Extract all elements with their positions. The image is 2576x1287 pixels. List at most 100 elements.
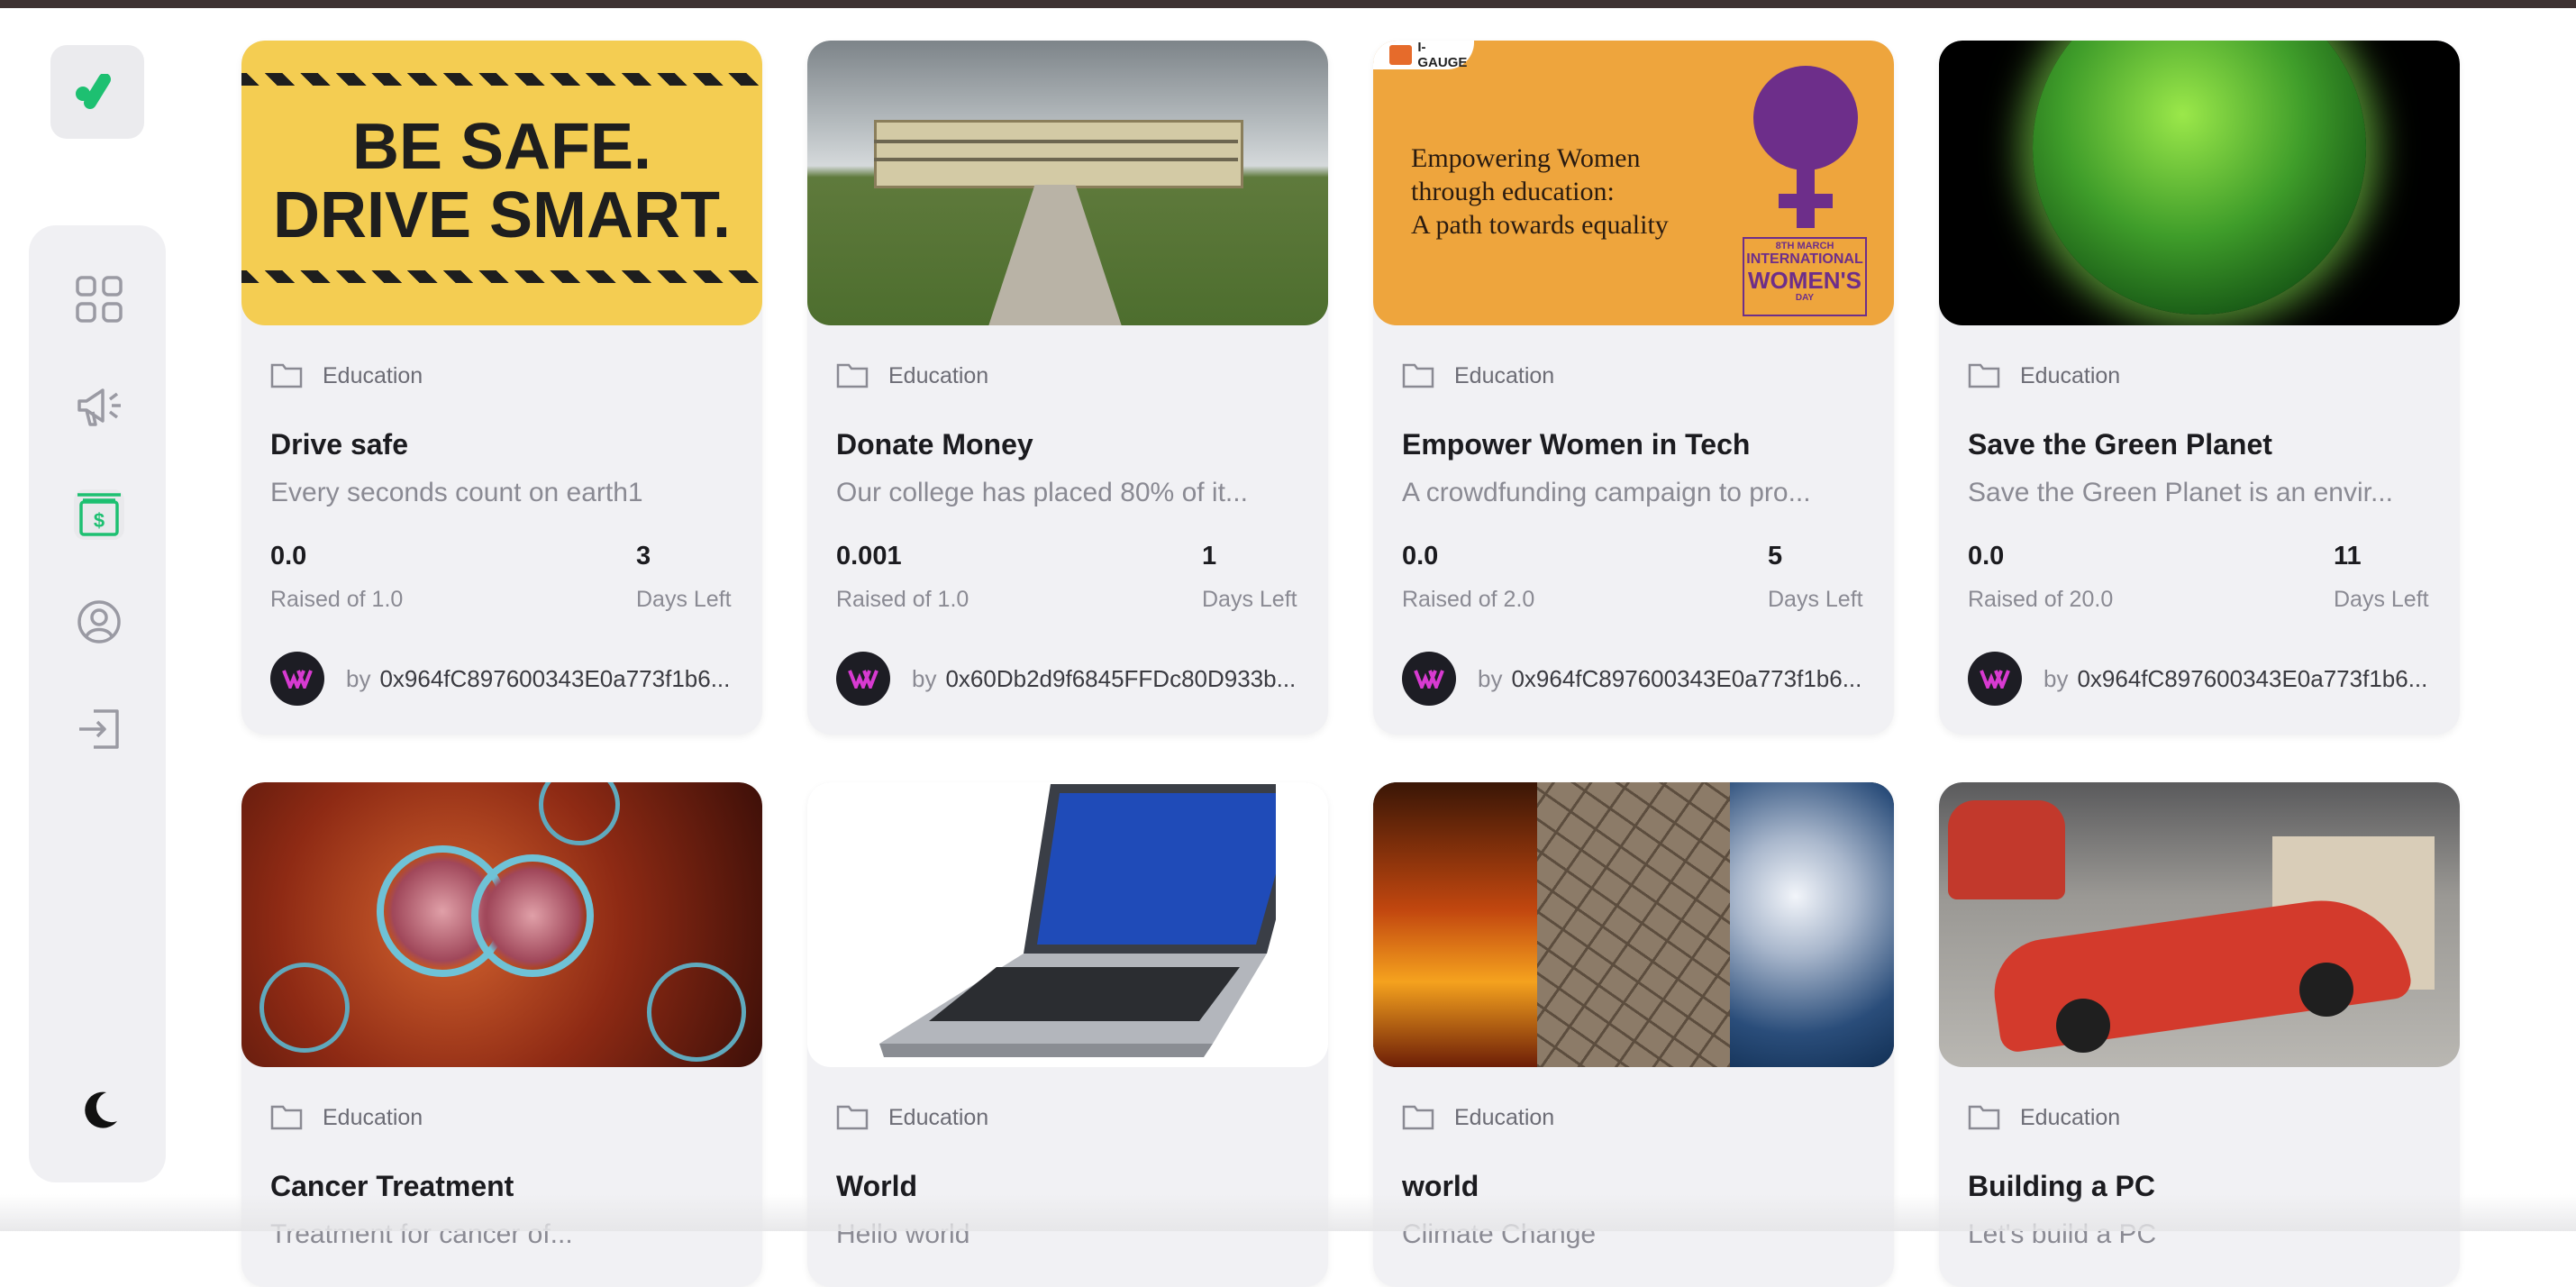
brand-logo[interactable] xyxy=(50,45,144,139)
image-text-3: A path towards equality xyxy=(1411,210,1669,240)
category-label: Education xyxy=(888,1104,989,1130)
campaign-description: Our college has placed 80% of it... xyxy=(836,478,1248,507)
brand-logo-icon xyxy=(76,74,111,109)
campaign-card[interactable]: Education world Climate Change xyxy=(1373,782,1894,1287)
owner-address: 0x964fC897600343E0a773f1b6... xyxy=(379,664,731,692)
moon-icon xyxy=(85,1091,117,1128)
owner-address: 0x964fC897600343E0a773f1b6... xyxy=(1511,664,1862,692)
campaign-image: BE SAFE. DRIVE SMART. xyxy=(241,41,762,325)
campaign-image xyxy=(1939,41,2460,325)
category: Education xyxy=(1402,358,1554,394)
nav-logout[interactable] xyxy=(74,704,124,754)
campaign-title: world xyxy=(1402,1170,1479,1202)
female-symbol-icon xyxy=(1753,66,1858,228)
by-label: by xyxy=(912,664,937,692)
owner-logo-icon xyxy=(848,670,878,689)
category-label: Education xyxy=(323,1104,423,1130)
profile-icon xyxy=(77,600,121,644)
campaign-image xyxy=(807,41,1328,325)
category: Education xyxy=(1968,1100,2120,1136)
campaign-description: A crowdfunding campaign to pro... xyxy=(1402,478,1811,507)
megaphone-icon xyxy=(77,388,121,426)
campaign-owner: by 0x60Db2d9f6845FFDc80D933b... xyxy=(836,652,1297,706)
campaign-card[interactable]: Education Building a PC Let's build a PC xyxy=(1939,782,2460,1287)
campaign-owner: by 0x964fC897600343E0a773f1b6... xyxy=(1968,652,2428,706)
folder-icon xyxy=(1402,363,1434,388)
category: Education xyxy=(836,358,988,394)
days-left-label: Days Left xyxy=(636,587,732,612)
campaign-card[interactable]: I-GAUGE Empowering Women through educati… xyxy=(1373,41,1894,735)
folder-icon xyxy=(1968,1105,2000,1130)
campaign-card[interactable]: Education Donate Money Our college has p… xyxy=(807,41,1328,735)
raised-label: Raised of 1.0 xyxy=(836,587,969,612)
image-text-2: through education: xyxy=(1411,177,1615,206)
image-badge-1: 8TH MARCH xyxy=(1775,241,1834,251)
raised-label: Raised of 20.0 xyxy=(1968,587,2114,612)
campaign-title: Save the Green Planet xyxy=(1968,428,2272,461)
avatar xyxy=(836,652,890,706)
nav-campaigns[interactable] xyxy=(74,381,124,432)
image-badge-4: DAY xyxy=(1795,293,1815,303)
campaign-image xyxy=(241,782,762,1067)
category-label: Education xyxy=(1454,362,1555,388)
logout-icon xyxy=(79,709,119,749)
category: Education xyxy=(1402,1100,1554,1136)
top-bar xyxy=(0,0,2576,8)
image-badge-3: WOMEN'S xyxy=(1747,267,1862,294)
days-left-label: Days Left xyxy=(1202,587,1297,612)
category: Education xyxy=(270,1100,423,1136)
category-label: Education xyxy=(323,362,423,388)
nav-payment[interactable]: $ xyxy=(74,489,124,540)
owner-address: 0x60Db2d9f6845FFDc80D933b... xyxy=(945,664,1297,692)
campaign-title: Donate Money xyxy=(836,428,1033,461)
raised-label: Raised of 1.0 xyxy=(270,587,404,612)
image-headline-2: DRIVE SMART. xyxy=(272,179,732,251)
campaign-description: Save the Green Planet is an envir... xyxy=(1968,478,2393,507)
laptop-icon xyxy=(879,784,1276,1057)
folder-icon xyxy=(836,363,869,388)
campaign-title: Building a PC xyxy=(1968,1170,2155,1202)
image-badge-2: INTERNATIONAL xyxy=(1746,251,1863,267)
nav-profile[interactable] xyxy=(74,597,124,647)
raised-value: 0.0 xyxy=(1402,542,1439,570)
avatar xyxy=(270,652,324,706)
svg-text:$: $ xyxy=(94,509,105,532)
avatar xyxy=(1968,652,2022,706)
by-label: by xyxy=(2044,664,2069,692)
campaign-description: Climate Change xyxy=(1402,1219,1597,1249)
campaign-owner: by 0x964fC897600343E0a773f1b6... xyxy=(1402,652,1862,706)
campaign-description: Every seconds count on earth1 xyxy=(270,478,643,507)
campaign-description: Hello world xyxy=(836,1219,970,1249)
days-left-label: Days Left xyxy=(2334,587,2429,612)
folder-icon xyxy=(1402,1105,1434,1130)
category-label: Education xyxy=(2020,362,2121,388)
days-left-value: 11 xyxy=(2334,542,2362,570)
owner-address: 0x964fC897600343E0a773f1b6... xyxy=(2077,664,2428,692)
image-brand: I-GAUGE xyxy=(1417,41,1468,70)
campaign-image xyxy=(807,782,1328,1067)
category: Education xyxy=(270,358,423,394)
raised-value: 0.001 xyxy=(836,542,902,570)
raised-value: 0.0 xyxy=(1968,542,2005,570)
days-left-label: Days Left xyxy=(1768,587,1863,612)
nav-dashboard[interactable] xyxy=(74,274,124,324)
raised-label: Raised of 2.0 xyxy=(1402,587,1535,612)
campaign-card[interactable]: BE SAFE. DRIVE SMART. Education Drive sa… xyxy=(241,41,762,735)
payment-icon: $ xyxy=(77,493,121,536)
category: Education xyxy=(1968,358,2120,394)
days-left-value: 1 xyxy=(1202,542,1217,570)
folder-icon xyxy=(1968,363,2000,388)
folder-icon xyxy=(270,363,303,388)
campaign-description: Let's build a PC xyxy=(1968,1219,2157,1249)
owner-logo-icon xyxy=(1980,670,2010,689)
campaign-title: World xyxy=(836,1170,918,1202)
campaign-title: Empower Women in Tech xyxy=(1402,428,1751,461)
campaign-title: Drive safe xyxy=(270,428,408,461)
sidebar-nav: $ xyxy=(29,225,166,1182)
campaign-card[interactable]: Education Cancer Treatment Treatment for… xyxy=(241,782,762,1287)
campaign-card[interactable]: Education World Hello world xyxy=(807,782,1328,1287)
campaign-card[interactable]: Education Save the Green Planet Save the… xyxy=(1939,41,2460,735)
theme-toggle[interactable] xyxy=(74,1085,124,1136)
days-left-value: 5 xyxy=(1768,542,1783,570)
owner-logo-icon xyxy=(282,670,313,689)
